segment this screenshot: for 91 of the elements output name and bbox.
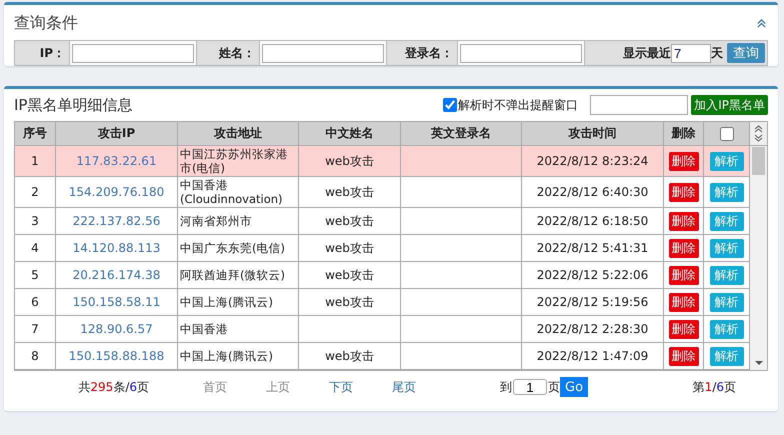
parse-button[interactable]: 解析 [710,266,744,284]
table-cell: 中国香港(Cloudinnovation) [180,178,283,206]
table-cell: 4 [31,240,39,254]
table-row[interactable]: 2 154.209.76.180 中国香港(Cloudinnovation) web攻击 2022/8/12 6:40:30 删除 解析 [14,176,750,208]
parse-button[interactable]: 解析 [710,182,744,202]
table-cell: web攻击 [325,348,374,362]
field-label: IP： [15,41,70,65]
table-cell: 中国上海(腾讯云) [180,349,273,363]
delete-button[interactable]: 删除 [668,212,698,230]
table-row[interactable]: 7 128.90.6.57 中国香港 2022/8/12 2:28:30 删除 解析 [14,316,750,342]
parse-button[interactable]: 解析 [710,320,744,338]
table-cell: 2022/8/12 1:47:09 [536,348,648,362]
parse-button[interactable]: 解析 [710,238,744,258]
parse-button[interactable]: 解析 [710,152,744,170]
search-button[interactable]: 查询 [727,43,765,63]
table-cell: 中国上海(腾讯云) [180,295,273,309]
table-cell: 8 [31,348,39,362]
panel-title: IP黑名单明细信息 [14,96,132,114]
table-cell: 中国江苏苏州张家港市(电信) [180,147,288,175]
table-cell: 中国广东东莞(电信) [180,241,285,255]
table-cell: 3 [31,214,39,228]
parse-button[interactable]: 解析 [710,346,744,366]
days-field[interactable]: 7 [671,44,711,62]
page-field[interactable]: 1 [513,379,547,395]
table-cell: 2022/8/12 5:41:31 [536,240,648,254]
input-field[interactable] [590,95,688,115]
table-cell: 中国香港 [180,322,228,336]
column-header: 删除 [664,122,704,146]
page-indicator: 第1/6页 [692,378,736,396]
page-summary: 共295条/6页 [77,378,149,396]
table-row[interactable]: 3 222.137.82.56 河南省郑州市 web攻击 2022/8/12 6:18:50 删除 解析 [14,208,750,234]
table-cell: 2022/8/12 6:18:50 [536,214,648,228]
parse-button[interactable]: 解析 [710,212,744,230]
delete-button[interactable]: 删除 [668,266,698,284]
table-row[interactable]: 4 14.120.88.113 中国广东东莞(电信) web攻击 2022/8/12 5:41:31 删除 解析 [14,234,750,262]
column-header: 攻击地址 [178,122,298,146]
collapse-icon[interactable] [757,18,766,29]
table-cell: 1 [31,154,39,168]
parse-button[interactable]: 解析 [710,292,744,312]
scrollbar-thumb[interactable] [752,147,765,175]
go-button[interactable]: Go [560,377,588,397]
table-cell: web攻击 [325,184,374,198]
table-cell: 2022/8/12 5:19:56 [536,294,648,308]
delete-button[interactable]: 删除 [668,182,698,202]
table-cell: 2022/8/12 8:23:24 [536,154,648,168]
delete-button[interactable]: 删除 [668,152,698,170]
table-cell: web攻击 [325,294,374,308]
table-cell: 5 [31,268,39,282]
checkbox-label[interactable]: 解析时不弹出提醒窗口 [458,96,578,114]
table-cell: 2022/8/12 5:22:06 [536,268,648,282]
checkbox[interactable] [720,126,734,141]
column-header: 序号 [14,122,56,146]
table-cell: 7 [31,322,39,336]
page-link[interactable]: 尾页 [392,378,416,396]
delete-button[interactable]: 删除 [668,320,698,338]
input-field[interactable] [72,44,194,62]
table-cell: 阿联酋迪拜(微软云) [180,268,285,282]
add-button[interactable]: 加入IP黑名单 [691,95,768,115]
panel-title: 查询条件 [14,13,78,34]
table-cell: web攻击 [325,240,374,254]
delete-button[interactable]: 删除 [668,238,698,258]
delete-button[interactable]: 删除 [668,346,698,366]
page-link[interactable]: 下页 [329,378,353,396]
table-cell: web攻击 [325,214,374,228]
input-field[interactable] [460,44,582,62]
field-label: 姓名： [197,41,260,65]
table-cell: web攻击 [325,268,374,282]
delete-button[interactable]: 删除 [668,292,698,312]
column-header: 中文姓名 [298,122,400,146]
table-row[interactable]: 6 150.158.58.11 中国上海(腾讯云) web攻击 2022/8/12 5:19:56 删除 解析 [14,288,750,316]
table-row[interactable]: 5 20.216.174.38 阿联酋迪拜(微软云) web攻击 2022/8/12 5:22:06 删除 解析 [14,262,750,288]
jump-label: 到 [500,378,512,396]
table-cell: 2022/8/12 6:40:30 [536,184,648,198]
table-row[interactable]: 1 117.83.22.61 中国江苏苏州张家港市(电信) web攻击 2022/8/12 8:23:24 删除 解析 [14,146,750,176]
input-field[interactable] [262,44,384,62]
table-cell: 6 [31,294,39,308]
unit-label: 天 [711,44,723,62]
field-label: 登录名： [387,41,458,65]
column-header: 英文登录名 [400,122,522,146]
table-cell: 2 [31,184,39,198]
table-cell: 2022/8/12 2:28:30 [536,322,648,336]
jump-label: 页 [548,378,560,396]
scroll-down-icon[interactable] [755,361,763,365]
expand-icon[interactable] [754,124,763,143]
table-cell: 河南省郑州市 [180,214,252,228]
table-cell: web攻击 [325,154,374,168]
column-header: 攻击时间 [522,122,664,146]
checkbox[interactable] [443,98,458,112]
column-header: 攻击IP [56,122,178,146]
field-label: 显示最近 [623,44,671,62]
table-row[interactable]: 8 150.158.88.188 中国上海(腾讯云) web攻击 2022/8/12 1:47:09 删除 解析 [14,342,750,370]
